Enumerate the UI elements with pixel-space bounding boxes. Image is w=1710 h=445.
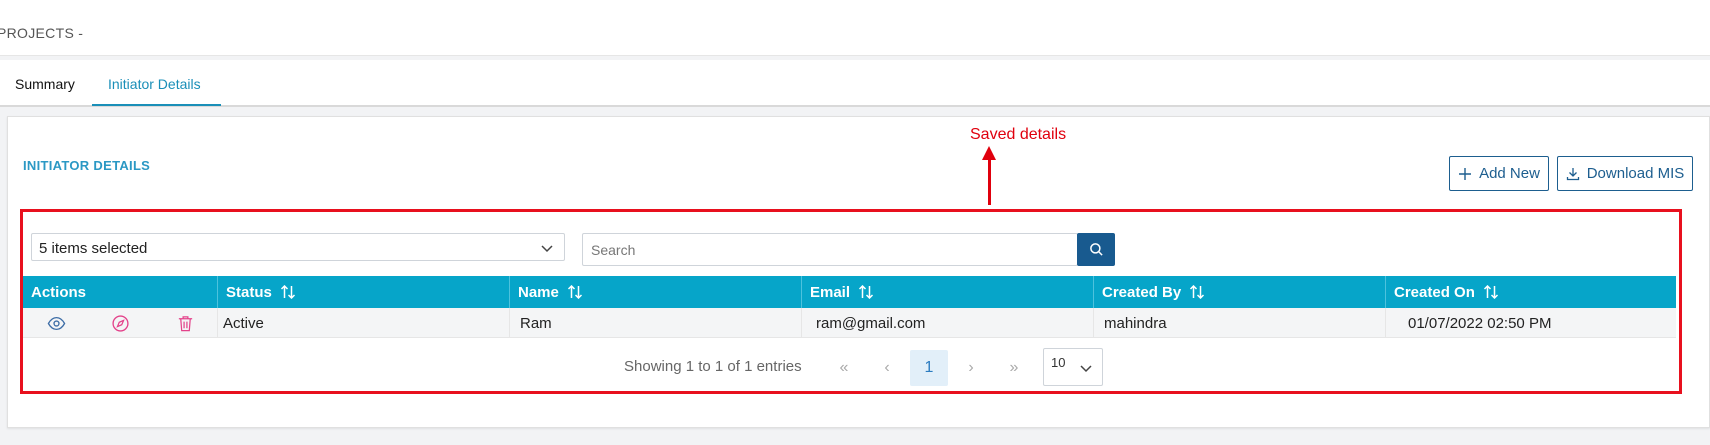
annotation-label: Saved details (970, 126, 1067, 143)
sort-icon (1483, 285, 1498, 299)
search-icon (1089, 243, 1103, 256)
add-new-label: Add New (1479, 165, 1540, 182)
download-icon (1566, 167, 1579, 180)
cell-email: ram@gmail.com (801, 308, 1093, 338)
header-email[interactable]: Email (801, 276, 1093, 308)
header-created-by[interactable]: Created By (1093, 276, 1385, 308)
page-number-button[interactable]: 1 (910, 350, 948, 386)
multiselect-value: 5 items selected (39, 240, 148, 257)
cell-created-by: mahindra (1093, 308, 1385, 338)
sort-icon (567, 285, 582, 299)
search-button[interactable] (1077, 233, 1115, 266)
prev-page-button[interactable]: ‹ (869, 350, 905, 386)
column-multiselect[interactable]: 5 items selected (31, 233, 565, 261)
header-name[interactable]: Name (509, 276, 801, 308)
sort-icon (859, 285, 874, 299)
download-mis-label: Download MIS (1586, 165, 1685, 182)
last-page-button[interactable]: » (996, 350, 1032, 386)
cell-status: Active (217, 308, 509, 338)
header-name-label: Name (518, 283, 559, 301)
tab-initiator-details[interactable]: Initiator Details (108, 76, 201, 92)
download-mis-button[interactable]: Download MIS (1557, 156, 1693, 191)
next-page-button[interactable]: › (953, 350, 989, 386)
page-size-value: 10 (1051, 355, 1066, 370)
header-actions-label: Actions (31, 283, 87, 301)
chevron-down-icon (1080, 365, 1092, 373)
search-input[interactable] (582, 233, 1078, 266)
sort-icon (280, 285, 295, 299)
top-bar: PROJECTS - (0, 0, 1710, 56)
page-size-select[interactable]: 10 (1043, 348, 1103, 386)
tab-summary[interactable]: Summary (15, 76, 75, 92)
trash-icon[interactable] (176, 314, 195, 333)
cell-name: Ram (509, 308, 801, 338)
header-email-label: Email (810, 283, 851, 301)
add-new-button[interactable]: Add New (1449, 156, 1549, 191)
entries-summary: Showing 1 to 1 of 1 entries (624, 358, 802, 375)
eye-icon[interactable] (47, 314, 66, 333)
header-status-label: Status (226, 283, 272, 301)
sort-icon (1190, 285, 1205, 299)
header-created-on[interactable]: Created On (1385, 276, 1676, 308)
page-title: PROJECTS - (0, 25, 84, 41)
chevron-down-icon (541, 245, 553, 253)
tab-bar: Summary Initiator Details (0, 60, 1710, 107)
header-status[interactable]: Status (217, 276, 509, 308)
first-page-button[interactable]: « (826, 350, 862, 386)
active-tab-indicator (92, 104, 221, 106)
header-actions: Actions (23, 276, 217, 308)
header-created-by-label: Created By (1102, 283, 1182, 301)
table-header: Actions Status Name Email Created By Cre… (23, 276, 1676, 308)
compass-icon[interactable] (111, 314, 130, 333)
header-created-on-label: Created On (1394, 283, 1475, 301)
plus-icon (1459, 167, 1472, 180)
annotation-arrow (988, 158, 991, 205)
cell-created-on: 01/07/2022 02:50 PM (1385, 308, 1676, 338)
table-row: Active Ram ram@gmail.com mahindra 01/07/… (23, 308, 1676, 338)
section-title: INITIATOR DETAILS (23, 158, 151, 173)
